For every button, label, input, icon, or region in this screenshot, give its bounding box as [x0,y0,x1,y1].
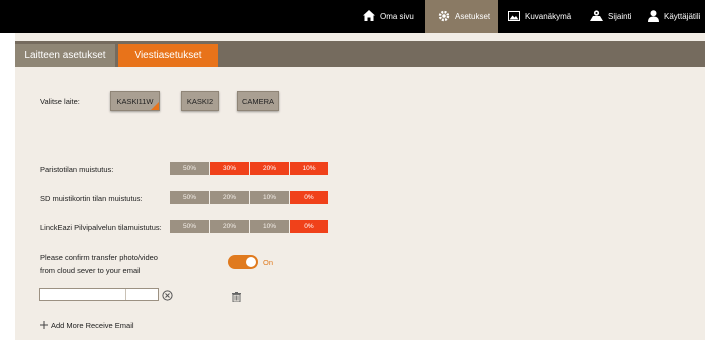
device-button-camera[interactable]: CAMERA [237,91,279,111]
battery-option-20[interactable]: 20% [250,162,290,175]
selected-check-icon [151,102,159,110]
device-button-label: KASKI2 [186,96,214,106]
transfer-confirm-line2: from cloud sever to your email [40,266,141,275]
nav-location-label: Sijainti [608,12,632,21]
nav-location[interactable]: Sijainti [590,0,648,33]
nav-settings-label: Asetukset [455,12,491,21]
delete-email-icon[interactable] [232,289,241,307]
add-more-email-label: Add More Receive Email [51,320,134,330]
user-icon [648,9,659,24]
transfer-toggle[interactable] [228,255,258,269]
device-button-kaski2[interactable]: KASKI2 [181,91,219,111]
nav-user-account[interactable]: Käyttäjätili [648,0,705,33]
toggle-knob [246,257,256,267]
tab-device-settings[interactable]: Laitteen asetukset [15,44,115,67]
nav-user-account-label: Käyttäjätili [664,12,701,21]
gear-icon [438,10,450,24]
battery-reminder-label: Paristotilan muistutus: [40,165,114,174]
email-input-divider [125,289,126,300]
nav-image-view-label: Kuvanäkymä [525,12,572,21]
transfer-toggle-state: On [263,258,274,267]
location-icon [590,10,603,23]
sd-reminder-label: SD muistikortin tilan muistutus: [40,194,143,203]
battery-option-50[interactable]: 50% [170,162,210,175]
top-navigation-bar: Oma sivu Asetukset Kuvanäkymä Sijainti K… [0,0,705,33]
cloud-option-20[interactable]: 20% [210,220,250,233]
nav-home[interactable]: Oma sivu [363,0,420,33]
device-button-kaski11w[interactable]: KASKI11W [110,91,160,111]
nav-settings[interactable]: Asetukset [425,0,498,33]
settings-tab-bar: Laitteen asetukset Viestiasetukset [15,41,705,67]
battery-option-10[interactable]: 10% [290,162,329,175]
cloud-option-10[interactable]: 10% [250,220,290,233]
cloud-option-0[interactable]: 0% [290,220,329,233]
add-more-email-button[interactable]: Add More Receive Email [40,316,134,334]
transfer-confirm-line1: Please confirm transfer photo/video [40,253,158,262]
image-icon [508,10,520,23]
battery-option-30[interactable]: 30% [210,162,250,175]
home-icon [363,10,375,23]
nav-home-label: Oma sivu [380,12,414,21]
plus-icon [40,316,48,334]
tab-message-settings[interactable]: Viestiasetukset [118,44,218,67]
nav-image-view[interactable]: Kuvanäkymä [508,0,578,33]
sd-option-0[interactable]: 0% [290,191,329,204]
clear-email-icon[interactable] [162,288,173,306]
device-button-label: CAMERA [241,96,275,106]
device-select-label: Valitse laite: [40,97,80,106]
cloud-option-50[interactable]: 50% [170,220,210,233]
device-button-label: KASKI11W [116,96,154,106]
receive-email-input[interactable] [39,288,159,301]
sd-option-50[interactable]: 50% [170,191,210,204]
cloud-reminder-label: LinckEazi Pilvipalvelun tilamuistutus: [40,223,162,232]
sd-option-10[interactable]: 10% [250,191,290,204]
sd-option-20[interactable]: 20% [210,191,250,204]
settings-panel: Laitteen asetukset Viestiasetukset Valit… [15,33,705,340]
